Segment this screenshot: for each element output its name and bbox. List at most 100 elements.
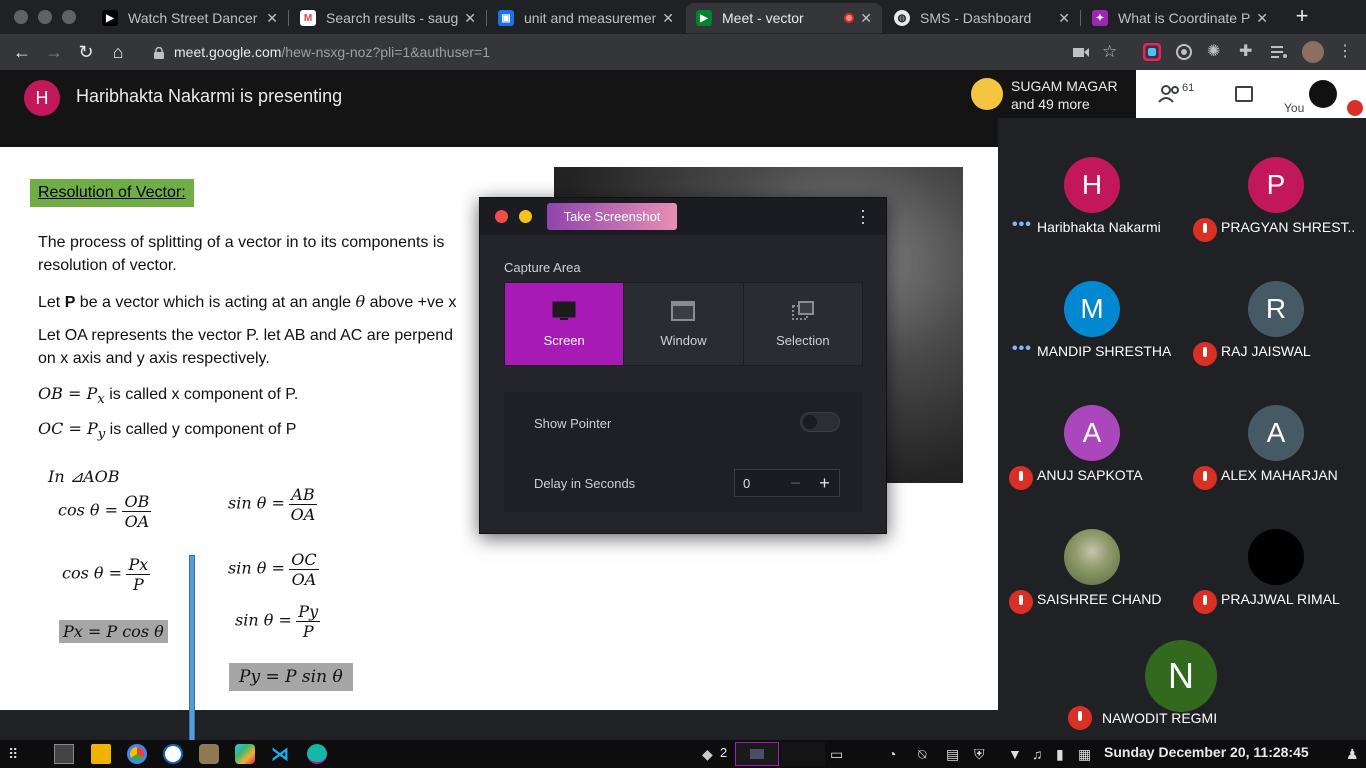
profile-avatar[interactable] bbox=[1302, 41, 1324, 63]
participant-name: PRAJJWAL RIMAL bbox=[1221, 591, 1340, 607]
forward-icon[interactable]: → bbox=[44, 42, 64, 62]
media-queue-icon[interactable] bbox=[1270, 43, 1288, 61]
notifications-off-icon[interactable]: ⍉ bbox=[918, 744, 938, 764]
people-preview[interactable]: SUGAM MAGAR and 49 more bbox=[963, 70, 1136, 118]
gimp-icon[interactable] bbox=[199, 744, 219, 764]
close-tab-icon[interactable]: ✕ bbox=[662, 10, 674, 27]
back-icon[interactable]: ← bbox=[12, 42, 32, 62]
participant-avatar: H bbox=[1064, 157, 1120, 213]
participant-name: RAJ JAISWAL bbox=[1221, 343, 1311, 359]
close-tab-icon[interactable]: ✕ bbox=[1058, 10, 1070, 27]
window-switcher-icon[interactable]: ▭ bbox=[830, 744, 850, 764]
slide-text: on x axis and y axis respectively. bbox=[38, 350, 270, 367]
meet-icon: ▶ bbox=[696, 10, 712, 26]
clipboard-icon[interactable]: ▤ bbox=[946, 744, 966, 764]
shield-icon[interactable]: ⛨ bbox=[974, 744, 994, 764]
address-bar[interactable]: meet.google.com/hew-nsxg-noz?pli=1&authu… bbox=[140, 37, 1150, 67]
recording-icon bbox=[844, 13, 855, 23]
home-icon[interactable]: ⌂ bbox=[108, 42, 128, 62]
workspace-1[interactable] bbox=[735, 742, 779, 766]
terminal-icon[interactable] bbox=[54, 744, 74, 764]
participant-tile[interactable]: A ALEX MAHARJAN bbox=[1186, 399, 1366, 511]
participant-tile[interactable]: M ••• MANDIP SHRESTHA bbox=[1002, 275, 1184, 387]
delay-input[interactable]: 0 bbox=[735, 476, 781, 491]
slide-equation: In ⊿AOB bbox=[48, 467, 120, 486]
workspace-icon: ◆ bbox=[702, 746, 713, 762]
presenter-avatar: H bbox=[24, 80, 60, 116]
screenshot-dialog: Take Screenshot · · · Capture Area Screen … bbox=[479, 197, 887, 534]
battery-icon[interactable]: ▮ bbox=[1056, 744, 1076, 764]
screenshot-app-icon[interactable] bbox=[307, 744, 327, 764]
word-icon[interactable] bbox=[163, 744, 183, 764]
files-icon[interactable] bbox=[91, 744, 111, 764]
dialog-close-icon[interactable] bbox=[495, 210, 508, 223]
meet-top-controls: 61 You bbox=[1136, 70, 1366, 118]
slide-divider bbox=[189, 555, 195, 759]
workspace-2[interactable] bbox=[781, 742, 825, 766]
capture-mode-selector: Screen Window Selection bbox=[504, 282, 863, 366]
night-light-icon[interactable]: ◔ bbox=[888, 744, 908, 764]
browser-menu-icon[interactable]: ⋮ bbox=[1336, 43, 1354, 61]
px-result: Px = P cos θ bbox=[59, 620, 168, 643]
dialog-minimize-icon[interactable] bbox=[519, 210, 532, 223]
extension-target-icon[interactable] bbox=[1175, 43, 1193, 61]
mode-selection-button[interactable]: Selection bbox=[744, 283, 862, 365]
user-icon[interactable]: ♟ bbox=[1346, 744, 1366, 764]
camera-blocked-icon[interactable] bbox=[1072, 43, 1090, 61]
participant-tile[interactable]: A ANUJ SAPKOTA bbox=[1002, 399, 1184, 511]
slide-equation: cos θ = Px P bbox=[62, 555, 151, 594]
chrome-icon[interactable] bbox=[127, 744, 147, 764]
tab-title: Search results - saugat bbox=[326, 10, 459, 26]
show-pointer-toggle[interactable] bbox=[800, 412, 840, 432]
window-maximize-icon[interactable] bbox=[62, 10, 76, 24]
slack-icon[interactable] bbox=[235, 744, 255, 764]
tab-meet-vector[interactable]: ▶ Meet - vector ✕ bbox=[686, 3, 882, 33]
participant-avatar: A bbox=[1064, 405, 1120, 461]
tab-title: What is Coordinate Pla bbox=[1118, 10, 1251, 26]
close-tab-icon[interactable]: ✕ bbox=[266, 10, 278, 27]
mode-window-button[interactable]: Window bbox=[624, 283, 744, 365]
decrement-icon[interactable]: − bbox=[781, 473, 810, 494]
take-screenshot-button[interactable]: Take Screenshot bbox=[547, 203, 677, 230]
window-close-icon[interactable] bbox=[14, 10, 28, 24]
extension-color-icon[interactable] bbox=[1142, 42, 1162, 62]
tab-sms-dashboard[interactable]: ◍ SMS - Dashboard ✕ bbox=[884, 3, 1080, 33]
muted-mic-icon bbox=[1068, 706, 1092, 730]
mode-screen-button[interactable]: Screen bbox=[505, 283, 625, 365]
reload-icon[interactable]: ↻ bbox=[76, 42, 96, 62]
new-tab-button[interactable]: + bbox=[1292, 5, 1312, 27]
vscode-icon[interactable]: ⋊ bbox=[271, 744, 291, 764]
py-result: Py = P sin θ bbox=[229, 663, 353, 691]
extensions-puzzle-icon[interactable]: ✚ bbox=[1239, 43, 1257, 61]
presenter-label: Haribhakta Nakarmi is presenting bbox=[76, 86, 343, 106]
tab-street-dancer[interactable]: ▶ Watch Street Dancer 3D ✕ bbox=[92, 3, 288, 33]
app-grid-icon[interactable]: ⠿ bbox=[8, 744, 28, 764]
calendar-icon[interactable]: ▦ bbox=[1078, 744, 1098, 764]
chat-icon[interactable] bbox=[1235, 86, 1253, 102]
bookmark-star-icon[interactable]: ☆ bbox=[1102, 43, 1120, 61]
close-tab-icon[interactable]: ✕ bbox=[860, 10, 872, 27]
slide-equation: sin θ = OC OA bbox=[228, 550, 319, 589]
tab-search-results[interactable]: M Search results - saugat ✕ bbox=[290, 3, 486, 33]
extension-atom-icon[interactable]: ✺ bbox=[1207, 43, 1225, 61]
speaking-icon: ••• bbox=[1012, 340, 1032, 357]
window-minimize-icon[interactable] bbox=[38, 10, 52, 24]
close-tab-icon[interactable]: ✕ bbox=[464, 10, 476, 27]
system-taskbar: ⠿ ⋊ ◆ 2 ▭ ◔ ⍉ ▤ ⛨ ▼ ♫ ▮ ▦ Sunday Decembe… bbox=[0, 740, 1366, 768]
tab-title: Watch Street Dancer 3D bbox=[128, 10, 260, 26]
participant-photo bbox=[1064, 529, 1120, 585]
dialog-menu-icon[interactable]: · · · bbox=[860, 201, 866, 231]
people-icon[interactable] bbox=[1158, 84, 1182, 109]
tab-coordinate-plane[interactable]: ✦ What is Coordinate Pla ✕ bbox=[1082, 3, 1278, 33]
participant-tile[interactable]: P PRAGYAN SHREST... bbox=[1186, 151, 1366, 263]
participant-tile[interactable]: R RAJ JAISWAL bbox=[1186, 275, 1366, 387]
music-icon[interactable]: ♫ bbox=[1032, 744, 1052, 764]
close-tab-icon[interactable]: ✕ bbox=[1256, 10, 1268, 27]
wifi-icon[interactable]: ▼ bbox=[1008, 744, 1028, 764]
system-clock[interactable]: Sunday December 20, 11:28:45 bbox=[1104, 744, 1309, 760]
tab-unit-measurement[interactable]: ▣ unit and measurement ✕ bbox=[488, 3, 684, 33]
participant-name: Haribhakta Nakarmi bbox=[1037, 219, 1161, 235]
increment-icon[interactable]: + bbox=[810, 473, 839, 494]
participant-tile[interactable]: N NAWODIT REGMI bbox=[1060, 615, 1304, 740]
participant-tile[interactable]: H ••• Haribhakta Nakarmi bbox=[1002, 151, 1184, 263]
